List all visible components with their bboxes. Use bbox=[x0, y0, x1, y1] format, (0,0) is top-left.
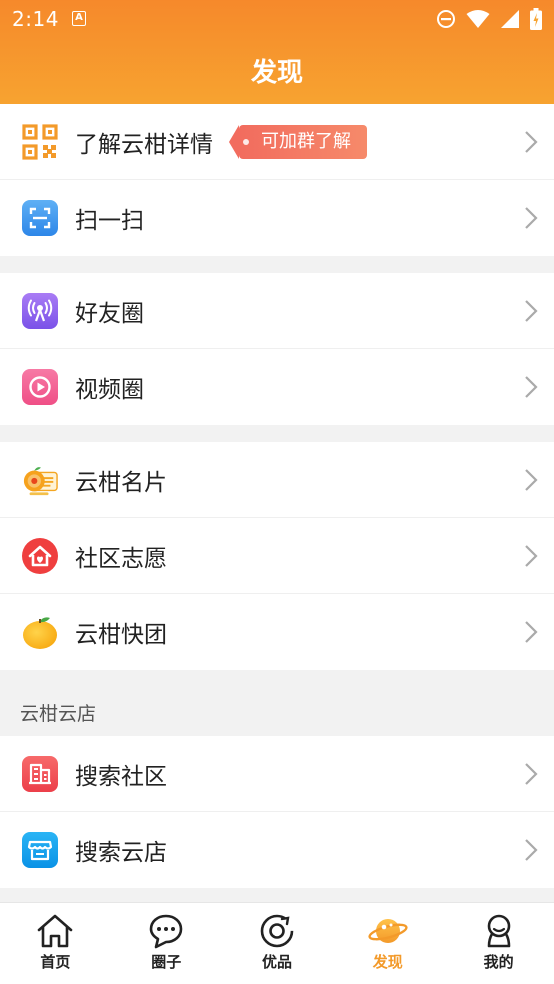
menu-item-label: 视频圈 bbox=[75, 377, 144, 403]
menu-item-label: 了解云柑详情 bbox=[75, 131, 213, 158]
store-icon bbox=[22, 832, 58, 868]
broadcast-icon bbox=[22, 292, 58, 329]
tab-label: 发现 bbox=[372, 953, 403, 971]
home-icon bbox=[36, 913, 74, 949]
qrcode-icon bbox=[22, 123, 58, 160]
tab-label: 首页 bbox=[40, 953, 71, 971]
tab-discover[interactable]: 发现 bbox=[332, 903, 443, 984]
bottom-tab-bar: 首页 圈子 优品 发现 我的 bbox=[0, 902, 554, 984]
planet-icon bbox=[368, 913, 408, 949]
chevron-right-icon bbox=[525, 469, 538, 491]
chevron-right-icon bbox=[525, 207, 538, 229]
do-not-disturb-icon bbox=[437, 10, 455, 28]
tab-mine[interactable]: 我的 bbox=[443, 903, 554, 984]
menu-item-video-circle[interactable]: 视频圈 bbox=[0, 349, 554, 425]
chevron-right-icon bbox=[525, 376, 538, 398]
section-gap bbox=[0, 256, 554, 273]
menu-item-volunteer[interactable]: 社区志愿 bbox=[0, 518, 554, 594]
menu-item-label: 扫一扫 bbox=[75, 208, 144, 234]
menu-item-search-community[interactable]: 搜索社区 bbox=[0, 736, 554, 812]
wifi-icon bbox=[466, 10, 490, 28]
chevron-right-icon bbox=[525, 131, 538, 153]
menu-item-group-buy[interactable]: 云柑快团 bbox=[0, 594, 554, 670]
menu-item-search-store[interactable]: 搜索云店 bbox=[0, 812, 554, 888]
scan-icon bbox=[22, 200, 58, 236]
section-gap bbox=[0, 425, 554, 442]
menu-group-2: 好友圈 视频圈 bbox=[0, 273, 554, 425]
menu-group-3: 云柑名片 社区志愿 云柑快团 bbox=[0, 442, 554, 670]
tab-circle[interactable]: 圈子 bbox=[111, 903, 222, 984]
menu-item-label: 云柑名片 bbox=[75, 469, 167, 496]
section-title-store: 云柑云店 bbox=[0, 670, 554, 736]
chevron-right-icon bbox=[525, 763, 538, 785]
volunteer-house-icon bbox=[22, 537, 58, 574]
refresh-ring-icon bbox=[259, 913, 295, 949]
building-icon bbox=[22, 755, 58, 792]
orange-icon bbox=[22, 614, 58, 650]
chevron-right-icon bbox=[525, 300, 538, 322]
chat-icon bbox=[148, 913, 184, 949]
header-bar: 2:14 A 发现 bbox=[0, 0, 554, 104]
signal-icon bbox=[501, 10, 519, 28]
discover-list: 了解云柑详情 可加群了解 扫一扫 好友圈 视频圈 云柑名片 社区志愿 云柑快团 … bbox=[0, 104, 554, 888]
video-icon bbox=[22, 369, 58, 405]
business-card-icon bbox=[22, 462, 58, 498]
tab-label: 圈子 bbox=[151, 953, 182, 971]
menu-item-label: 好友圈 bbox=[75, 300, 144, 327]
menu-item-about[interactable]: 了解云柑详情 可加群了解 bbox=[0, 104, 554, 180]
tab-home[interactable]: 首页 bbox=[0, 903, 111, 984]
chevron-right-icon bbox=[525, 621, 538, 643]
menu-item-label: 搜索云店 bbox=[75, 840, 167, 866]
menu-group-store: 搜索社区 搜索云店 bbox=[0, 736, 554, 888]
menu-group-1: 了解云柑详情 可加群了解 扫一扫 bbox=[0, 104, 554, 256]
menu-item-business-card[interactable]: 云柑名片 bbox=[0, 442, 554, 518]
tab-label: 优品 bbox=[261, 953, 292, 971]
chevron-right-icon bbox=[525, 839, 538, 861]
menu-item-scan[interactable]: 扫一扫 bbox=[0, 180, 554, 256]
status-bar: 2:14 A bbox=[0, 0, 554, 38]
tab-products[interactable]: 优品 bbox=[222, 903, 333, 984]
chevron-right-icon bbox=[525, 545, 538, 567]
battery-icon bbox=[530, 8, 542, 30]
menu-item-label: 社区志愿 bbox=[75, 545, 167, 572]
menu-item-friends-circle[interactable]: 好友圈 bbox=[0, 273, 554, 349]
tab-label: 我的 bbox=[483, 953, 514, 971]
status-time: 2:14 bbox=[12, 7, 59, 31]
user-icon bbox=[481, 913, 517, 949]
menu-item-label: 搜索社区 bbox=[75, 763, 167, 790]
join-group-tag: 可加群了解 bbox=[229, 124, 367, 159]
page-title: 发现 bbox=[250, 58, 303, 88]
menu-item-label: 云柑快团 bbox=[75, 622, 167, 648]
notification-icon: A bbox=[72, 11, 86, 26]
